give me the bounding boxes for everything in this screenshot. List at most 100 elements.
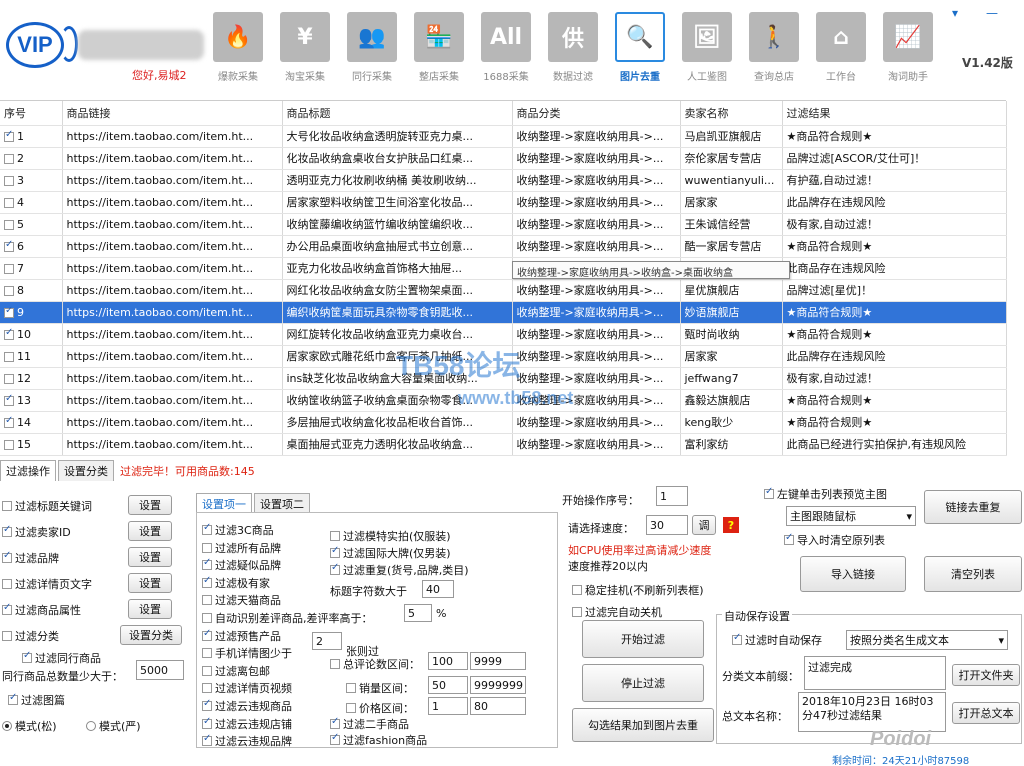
left-filter-checkbox[interactable]: 过滤分类 [2,628,59,644]
image-filter-checkbox[interactable]: 过滤图篇 [8,692,65,708]
setting-checkbox[interactable]: 过滤预售产品 [202,628,281,644]
row-index-cell[interactable]: 3 [0,169,63,192]
speed-adjust-button[interactable]: 调 [692,515,716,535]
speed-input[interactable]: 30 [646,515,688,535]
comment-max-input[interactable]: 9999 [470,652,526,670]
total-name-input[interactable]: 2018年10月23日 16时03分47秒过滤结果 [798,692,946,732]
row-index-cell[interactable]: 10 [0,323,63,346]
row-checkbox[interactable] [4,285,14,296]
mode-loose-radio[interactable]: 模式(松) [2,718,57,734]
bad-rate-input[interactable]: 5 [404,604,432,622]
help-icon[interactable]: ? [723,517,739,533]
row-checkbox[interactable] [4,439,14,450]
setting-checkbox[interactable]: 过滤模特实拍(仅服装) [330,528,451,544]
setting-checkbox[interactable]: 手机详情图少于 [202,645,292,661]
sales-max-input[interactable]: 9999999 [470,676,526,694]
left-filter-set-button[interactable]: 设置 [128,547,172,567]
setting-checkbox[interactable]: 过滤国际大牌(仅男装) [330,545,451,561]
prefix-input[interactable]: 过滤完成 [804,656,946,690]
setting-checkbox[interactable]: 标题字符数大于 [330,583,407,599]
autosave-mode-select[interactable]: 按照分类名生成文本 ▾ [846,630,1008,650]
setting-checkbox[interactable]: 过滤疑似品牌 [202,557,281,573]
row-checkbox[interactable] [4,175,14,186]
left-filter-checkbox[interactable]: 过滤标题关键词 [2,498,92,514]
nav-filter-data[interactable]: 🔍 图片去重 [608,12,672,86]
left-filter-set-button[interactable]: 设置 [128,495,172,515]
mode-strict-radio[interactable]: 模式(严) [86,718,141,734]
table-row[interactable]: 1 https://item.taobao.com/item.ht...大号化妆品… [0,125,1007,148]
clear-on-import-checkbox[interactable]: 导入时清空原列表 [784,532,885,548]
table-row[interactable]: 3 https://item.taobao.com/item.ht... 透明亚克力… [0,169,1007,192]
left-filter-set-button[interactable]: 设置 [128,599,172,619]
setting-checkbox[interactable]: 过滤云违规店铺 [202,716,292,732]
same-shop-min-input[interactable]: 5000 [136,660,184,680]
dedupe-links-button[interactable]: 链接去重复 [924,490,1022,524]
row-checkbox[interactable] [4,239,14,252]
autosave-checkbox[interactable]: 过滤时自动保存 [732,632,822,648]
row-index-cell[interactable]: 7 [0,257,63,280]
row-index-cell[interactable]: 8 [0,279,63,302]
row-checkbox[interactable] [4,373,14,384]
setting-checkbox[interactable]: 过滤详情页视频 [202,680,292,696]
row-index-cell[interactable]: 2 [0,147,63,170]
nav-all[interactable]: All 1688采集 [474,12,538,86]
open-folder-button[interactable]: 打开文件夹 [952,664,1020,686]
row-index-cell[interactable]: 12 [0,367,63,390]
nav-yen[interactable]: ¥ 淘宝采集 [273,12,337,86]
row-index-cell[interactable]: 9 [0,301,63,324]
row-checkbox[interactable] [4,197,14,208]
table-row[interactable]: 8 https://item.taobao.com/item.ht... 网红化妆品… [0,279,1007,302]
setting-checkbox[interactable]: 过滤fashion商品 [330,732,427,748]
column-header[interactable]: 商品标题 [282,101,513,126]
nav-image[interactable]: 🖼 人工鉴图 [675,12,739,86]
row-checkbox[interactable] [4,327,14,340]
row-checkbox[interactable] [4,415,14,428]
left-filter-checkbox[interactable]: 过滤品牌 [2,550,59,566]
left-filter-set-button[interactable]: 设置 [128,573,172,593]
comment-min-input[interactable]: 100 [428,652,468,670]
left-filter-set-button[interactable]: 设置 [128,521,172,541]
row-index-cell[interactable]: 5 [0,213,63,236]
setting-checkbox[interactable]: 过滤离包邮 [202,663,270,679]
stop-filter-button[interactable]: 停止过滤 [582,664,704,702]
table-row[interactable]: 5 https://item.taobao.com/item.ht... 收纳筐藤编… [0,213,1007,236]
table-row[interactable]: 4 https://item.taobao.com/item.ht... 居家家塑料… [0,191,1007,214]
left-filter-checkbox[interactable]: 过滤详情页文字 [2,576,92,592]
preview-checkbox[interactable]: 左键单击列表预览主图 [764,486,887,502]
row-checkbox[interactable] [4,263,14,274]
column-header[interactable]: 商品链接 [62,101,283,126]
minimize-icon[interactable]: — [986,6,998,20]
row-index-cell[interactable]: 13 [0,389,63,412]
stable-hang-checkbox[interactable]: 稳定挂机(不刷新列表框) [572,582,704,598]
nav-flame[interactable]: 🔥 爆款采集 [206,12,270,86]
clear-list-button[interactable]: 清空列表 [924,556,1022,592]
nav-chart[interactable]: 📈 淘词助手 [876,12,940,86]
tab-set-category[interactable]: 设置分类 [58,460,114,481]
auto-shutdown-checkbox[interactable]: 过滤完自动关机 [572,604,662,620]
setting-checkbox[interactable]: 价格区间： [346,700,414,716]
detail-img-input[interactable]: 2 [312,632,342,650]
column-header[interactable]: 过滤结果 [782,101,1007,126]
row-index-cell[interactable]: 11 [0,345,63,368]
table-row[interactable]: 9 https://item.taobao.com/item.ht...编织收纳筐… [0,301,1007,324]
table-row[interactable]: 7 https://item.taobao.com/item.ht... 亚克力化妆… [0,257,1007,280]
open-total-button[interactable]: 打开总文本 [952,702,1020,724]
start-index-input[interactable]: 1 [656,486,688,506]
row-index-cell[interactable]: 15 [0,433,63,456]
setting-checkbox[interactable]: 销量区间： [346,680,414,696]
nav-man[interactable]: 🚶 查询总店 [742,12,806,86]
tab-settings-2[interactable]: 设置项二 [254,493,310,514]
row-checkbox[interactable] [4,219,14,230]
tab-filter-ops[interactable]: 过滤操作 [0,460,56,481]
add-to-image-dedupe-button[interactable]: 勾选结果加到图片去重 [572,708,714,742]
nav-supply[interactable]: 供数据过滤 [541,12,605,86]
nav-house[interactable]: ⌂ 工作台 [809,12,873,86]
column-header[interactable]: 卖家名称 [680,101,783,126]
column-header[interactable]: 序号 [0,101,63,126]
title-length-input[interactable]: 40 [422,580,454,598]
price-min-input[interactable]: 1 [428,697,468,715]
preview-mode-select[interactable]: 主图跟随鼠标 ▾ [786,506,916,526]
nav-store[interactable]: 🏪 整店采集 [407,12,471,86]
start-filter-button[interactable]: 开始过滤 [582,620,704,658]
tab-settings-1[interactable]: 设置项一 [196,493,252,514]
